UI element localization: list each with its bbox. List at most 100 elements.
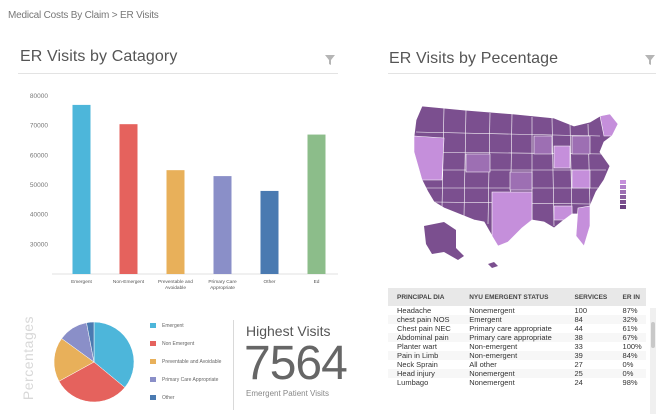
table-header-row: PRINCIPAL DIA NYU EMERGENT STATUS SERVIC… <box>388 288 646 306</box>
y-tick-label: 40000 <box>30 212 48 219</box>
left-card-divider <box>18 73 338 74</box>
table-row[interactable]: Planter wart Non-emergent 33 100% <box>388 342 646 351</box>
cell-status: Non-emergent <box>469 351 518 360</box>
cell-services: 84 <box>574 315 583 324</box>
cell-diagnosis: Lumbago <box>397 378 429 387</box>
table-row[interactable]: Head injury Nonemergent 25 0% <box>388 369 646 378</box>
cell-diagnosis: Headache <box>397 306 432 315</box>
cell-status: Nonemergent <box>469 378 515 387</box>
x-tick-label: Non-Emergent <box>113 279 145 285</box>
percentages-label: Percentages <box>20 315 36 401</box>
column-services[interactable]: SERVICES <box>566 288 614 306</box>
right-card-divider <box>388 73 656 74</box>
legend-label: Non Emergent <box>162 340 195 347</box>
breadcrumb-separator: > <box>111 10 118 21</box>
legend-item[interactable]: Primary Care Appropriate <box>150 372 221 387</box>
table-row[interactable]: Pain in Limb Non-emergent 39 84% <box>388 351 646 360</box>
er-visits-bar-chart: 30000 40000 50000 60000 70000 80000 Emergent No… <box>30 93 338 291</box>
bar-6[interactable] <box>307 134 326 274</box>
breadcrumb: Medical Costs By Claim > ER Visits <box>8 10 159 21</box>
table-scroll-thumb[interactable] <box>651 322 655 348</box>
cell-diagnosis: chest pain NOS <box>397 315 450 324</box>
bar-5[interactable] <box>260 190 279 274</box>
cell-status: Primary care appropriate <box>469 324 552 333</box>
er-visits-by-category-title: ER Visits by Catagory <box>20 48 178 65</box>
table-row[interactable]: Headache Nonemergent 100 87% <box>388 306 646 315</box>
column-nyu-status[interactable]: NYU EMERGENT STATUS <box>460 288 565 306</box>
x-tick-label: Appropriate <box>210 285 235 291</box>
cell-diagnosis: Abdominal pain <box>397 333 449 342</box>
legend-swatch <box>150 359 156 364</box>
x-tick-label: Preventable and <box>158 279 193 285</box>
cell-er-in: 87% <box>622 306 638 315</box>
column-principal-dia[interactable]: PRINCIPAL DIA <box>388 288 460 306</box>
y-tick-label: 50000 <box>30 182 48 189</box>
cell-er-in: 100% <box>622 342 642 351</box>
bar-4[interactable] <box>213 176 232 274</box>
breadcrumb-parent[interactable]: Medical Costs By Claim <box>8 10 109 21</box>
legend-label: Other <box>162 394 175 401</box>
cell-services: 38 <box>574 333 583 342</box>
legend-label: Preventable and Avoidable <box>162 358 222 365</box>
cell-diagnosis: Neck Sprain <box>397 360 438 369</box>
us-choropleth-map <box>413 105 626 268</box>
er-visits-by-percentage-title: ER Visits by Pecentage <box>389 50 559 67</box>
table-row[interactable]: Abdominal pain Primary care appropriate 38… <box>388 333 646 342</box>
cell-services: 33 <box>574 342 583 351</box>
cell-er-in: 98% <box>622 378 638 387</box>
map-legend-scale <box>620 180 626 209</box>
cell-services: 27 <box>574 360 583 369</box>
cell-status: Primary care appropriate <box>469 333 552 342</box>
cell-status: All other <box>469 360 497 369</box>
cell-er-in: 0% <box>622 369 634 378</box>
breadcrumb-current: ER Visits <box>120 10 159 21</box>
legend-swatch <box>150 377 156 382</box>
legend-swatch <box>150 341 156 346</box>
cell-er-in: 61% <box>622 324 638 333</box>
bar-3[interactable] <box>166 170 185 274</box>
highest-visits-divider <box>233 320 234 410</box>
legend-item[interactable]: Other <box>150 390 221 405</box>
cell-er-in: 67% <box>622 333 638 342</box>
filter-icon[interactable] <box>644 54 656 66</box>
bar-1[interactable] <box>72 104 91 275</box>
er-visits-table: PRINCIPAL DIA NYU EMERGENT STATUS SERVIC… <box>388 288 656 387</box>
legend-label: Emergent <box>162 322 184 329</box>
x-tick-label: Ed <box>314 279 320 285</box>
cell-services: 24 <box>574 378 583 387</box>
table-row[interactable]: chest pain NOS Emergent 84 32% <box>388 315 646 324</box>
y-tick-label: 70000 <box>30 123 48 130</box>
cell-diagnosis: Head injury <box>397 369 435 378</box>
y-tick-label: 30000 <box>30 241 48 248</box>
cell-services: 44 <box>574 324 583 333</box>
filter-icon[interactable] <box>324 54 336 66</box>
table-row[interactable]: Lumbago Nonemergent 24 98% <box>388 378 646 387</box>
bar-2[interactable] <box>119 124 138 274</box>
cell-er-in: 0% <box>622 360 634 369</box>
cell-status: Non-emergent <box>469 342 518 351</box>
legend-item[interactable]: Non Emergent <box>150 336 221 351</box>
pie-legend: Emergent Non Emergent Preventable and Avoi… <box>150 318 221 408</box>
cell-diagnosis: Chest pain NEC <box>397 324 451 333</box>
x-tick-label: Avoidable <box>165 285 186 291</box>
table-row[interactable]: Chest pain NEC Primary care appropriate 44… <box>388 324 646 333</box>
cell-status: Emergent <box>469 315 502 324</box>
legend-swatch <box>150 395 156 400</box>
legend-item[interactable]: Preventable and Avoidable <box>150 354 221 369</box>
y-tick-label: 80000 <box>30 93 48 100</box>
legend-label: Primary Care Appropriate <box>162 376 219 383</box>
er-visits-pie-chart <box>54 321 135 403</box>
cell-services: 39 <box>574 351 583 360</box>
cell-status: Nonemergent <box>469 306 515 315</box>
highest-visits-subtitle: Emergent Patient Visits <box>246 389 330 398</box>
cell-diagnosis: Planter wart <box>397 342 438 351</box>
column-er-in[interactable]: ER IN <box>614 288 646 306</box>
x-tick-label: Primary Care <box>208 279 237 285</box>
y-tick-label: 60000 <box>30 152 48 159</box>
legend-item[interactable]: Emergent <box>150 318 221 333</box>
cell-er-in: 32% <box>622 315 638 324</box>
table-row[interactable]: Neck Sprain All other 27 0% <box>388 360 646 369</box>
legend-swatch <box>150 323 156 328</box>
x-tick-label: Emergent <box>71 279 92 285</box>
cell-services: 25 <box>574 369 583 378</box>
